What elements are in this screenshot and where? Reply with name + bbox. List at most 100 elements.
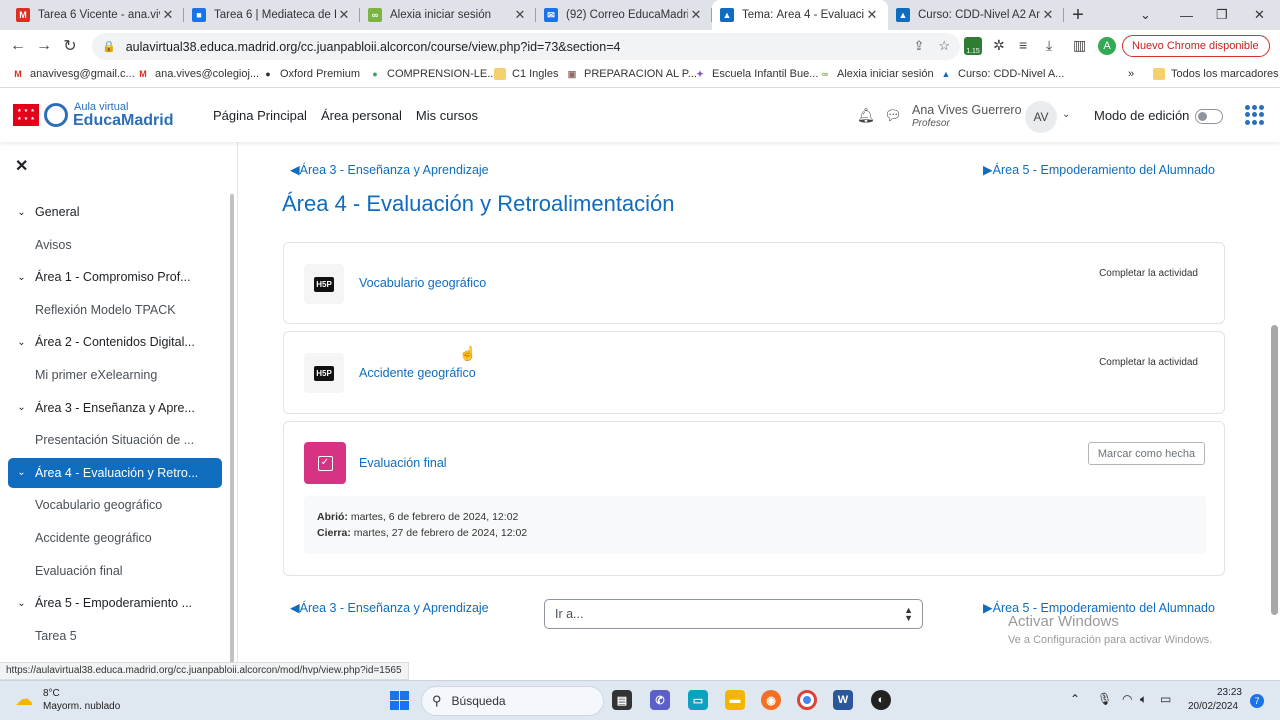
download-icon[interactable]: ⤓ bbox=[1046, 37, 1052, 54]
clock-time[interactable]: 23:23 bbox=[1216, 687, 1242, 698]
chevron-down-icon[interactable]: ⌄ bbox=[8, 337, 35, 348]
bookmark-item[interactable]: ● COMPRENSION-LE... bbox=[369, 68, 496, 80]
course-index-section[interactable]: ⌄ Área 5 - Empoderamiento ... bbox=[8, 588, 222, 618]
show-hidden-icons-icon[interactable]: ⌃ bbox=[1070, 692, 1080, 706]
course-index-section[interactable]: ⌄ Área 2 - Contenidos Digital... bbox=[8, 327, 222, 357]
chevron-down-icon[interactable]: ⌄ bbox=[1062, 109, 1070, 120]
start-button[interactable] bbox=[390, 691, 409, 710]
extension-icon[interactable]: 1.15 bbox=[964, 37, 982, 55]
address-bar[interactable]: 🔒 aulavirtual38.educa.madrid.org/cc.juan… bbox=[92, 33, 960, 60]
close-drawer-icon[interactable]: ✕ bbox=[15, 156, 28, 176]
course-index-activity[interactable]: Evaluación final bbox=[8, 556, 222, 586]
tab[interactable]: ▲ Curso: CDD-Nivel A2 Ana ✕ bbox=[888, 0, 1064, 30]
logo-title[interactable]: EducaMadrid bbox=[73, 112, 173, 130]
desktop-app-icon[interactable]: ▭ bbox=[688, 690, 708, 710]
minimize-button[interactable]: — bbox=[1180, 0, 1193, 30]
forward-icon[interactable]: → bbox=[31, 37, 57, 55]
volume-icon[interactable]: 🔈︎ bbox=[1140, 692, 1147, 707]
prev-section-link-bottom[interactable]: ◀Área 3 - Enseñanza y Aprendizaje bbox=[290, 600, 489, 615]
next-section-link[interactable]: ▶Área 5 - Empoderamiento del Alumnado bbox=[983, 162, 1215, 177]
app-icon[interactable]: ◐ bbox=[871, 690, 891, 710]
file-explorer-icon[interactable]: ▬ bbox=[725, 690, 745, 710]
word-icon[interactable]: W bbox=[833, 690, 853, 710]
nav-my-courses[interactable]: Mis cursos bbox=[416, 108, 478, 123]
url-text[interactable]: aulavirtual38.educa.madrid.org/cc.juanpa… bbox=[126, 40, 621, 54]
user-name[interactable]: Ana Vives Guerrero bbox=[912, 103, 1022, 117]
course-index-section[interactable]: ⌄ General bbox=[8, 197, 222, 227]
teams-icon[interactable]: ✆ bbox=[650, 690, 670, 710]
new-tab-button[interactable]: + bbox=[1064, 0, 1092, 30]
chevron-down-icon[interactable]: ⌄ bbox=[8, 402, 35, 413]
microphone-icon[interactable]: 🎙︎ bbox=[1097, 692, 1112, 706]
tab-active[interactable]: ▲ Tema: Área 4 - Evaluación ✕ bbox=[712, 0, 888, 30]
site-info-icon[interactable]: 🔒 bbox=[102, 40, 116, 53]
bookmark-item[interactable]: ✦ Escuela Infantil Bue... bbox=[694, 68, 818, 80]
weather-cloud-icon[interactable]: ☁ bbox=[15, 689, 33, 710]
tab[interactable]: ✉ (92) Correo EducaMadrid :✕ bbox=[536, 0, 712, 30]
battery-icon[interactable]: ▭ bbox=[1160, 692, 1171, 706]
notification-badge[interactable]: 7 bbox=[1250, 694, 1264, 708]
bookmark-star-icon[interactable]: ☆ bbox=[938, 38, 950, 54]
course-index-activity[interactable]: Vocabulario geográfico bbox=[8, 490, 222, 520]
bookmark-item[interactable]: ∞ Alexia iniciar sesión bbox=[819, 68, 934, 80]
clock-date[interactable]: 20/02/2024 bbox=[1188, 701, 1238, 712]
course-index-section[interactable]: ⌄ Área 1 - Compromiso Prof... bbox=[8, 262, 222, 292]
bookmark-item[interactable]: C1 Ingles bbox=[494, 68, 558, 80]
jump-to-select[interactable]: Ir a... ▲ ▼ bbox=[544, 599, 923, 629]
avatar[interactable]: AV bbox=[1025, 101, 1057, 133]
chrome-update-button[interactable]: Nuevo Chrome disponible bbox=[1122, 35, 1270, 57]
course-index-section[interactable]: ⌄ Área 3 - Enseñanza y Apre... bbox=[8, 393, 222, 423]
bell-icon[interactable]: 🔔︎ bbox=[857, 107, 875, 124]
chevron-down-icon[interactable]: ⌄ bbox=[8, 272, 35, 283]
all-bookmarks[interactable]: Todos los marcadores bbox=[1153, 68, 1279, 80]
bookmark-item[interactable]: ● Oxford Premium bbox=[262, 68, 360, 80]
activity-link[interactable]: Vocabulario geográfico bbox=[359, 276, 486, 290]
chevron-down-icon[interactable]: ⌄ bbox=[8, 598, 35, 609]
bookmark-item[interactable]: ▲ Curso: CDD-Nivel A... bbox=[940, 68, 1065, 80]
tab[interactable]: ∞ Alexia iniciar sesión ✕ bbox=[360, 0, 536, 30]
comunidad-madrid-logo[interactable]: ★ ★ ★ ★ ★ ★ bbox=[13, 104, 39, 126]
reload-icon[interactable]: ↻ bbox=[57, 36, 83, 56]
profile-avatar[interactable]: A bbox=[1098, 37, 1116, 55]
reading-list-icon[interactable]: ≡ bbox=[1019, 37, 1027, 53]
close-tab-icon[interactable]: ✕ bbox=[1040, 7, 1056, 23]
course-index-activity[interactable]: Mi primer eXelearning bbox=[8, 360, 222, 390]
task-view-icon[interactable]: ▤ bbox=[612, 690, 632, 710]
tab-search-icon[interactable]: ⌄ bbox=[1140, 0, 1151, 30]
mark-as-done-button[interactable]: Marcar como hecha bbox=[1088, 442, 1205, 465]
course-index-activity[interactable]: Reflexión Modelo TPACK bbox=[8, 295, 222, 325]
close-tab-icon[interactable]: ✕ bbox=[512, 7, 528, 23]
taskbar-search[interactable]: ⚲ Búsqueda bbox=[421, 686, 604, 716]
back-icon[interactable]: ← bbox=[5, 37, 31, 55]
close-window-button[interactable]: ✕ bbox=[1254, 0, 1265, 30]
course-index-activity[interactable]: Tarea 5 bbox=[8, 621, 222, 651]
nav-home[interactable]: Página Principal bbox=[213, 108, 307, 123]
tab[interactable]: ■ Tarea 6 | Mediateca de Edu✕ bbox=[184, 0, 360, 30]
tab[interactable]: M Tarea 6 Vicente - ana.vives✕ bbox=[8, 0, 184, 30]
weather-temperature[interactable]: 8°C bbox=[43, 688, 60, 699]
course-index-activity[interactable]: Avisos bbox=[8, 230, 222, 260]
chrome-icon[interactable] bbox=[797, 690, 817, 710]
edit-mode-toggle[interactable] bbox=[1195, 109, 1223, 124]
bookmarks-overflow[interactable]: » bbox=[1128, 68, 1134, 80]
wifi-icon[interactable]: ◠ bbox=[1122, 692, 1132, 706]
course-index-activity[interactable]: Presentación Situación de ... bbox=[8, 425, 222, 455]
bookmark-item[interactable]: ▣ PREPARACION AL P... bbox=[566, 68, 697, 80]
weather-description[interactable]: Mayorm. nublado bbox=[43, 701, 120, 712]
close-tab-icon[interactable]: ✕ bbox=[864, 7, 880, 23]
page-scrollbar[interactable] bbox=[1271, 325, 1278, 615]
assignment-link[interactable]: Evaluación final bbox=[359, 456, 447, 470]
firefox-icon[interactable]: ◉ bbox=[761, 690, 781, 710]
side-panel-icon[interactable]: ▥ bbox=[1073, 37, 1086, 54]
message-icon[interactable]: 💬︎ bbox=[884, 107, 902, 124]
bookmark-item[interactable]: Mana.vives@colegioj... bbox=[137, 68, 259, 80]
chevron-down-icon[interactable]: ⌄ bbox=[8, 207, 35, 218]
close-tab-icon[interactable]: ✕ bbox=[336, 7, 352, 23]
chevron-down-icon[interactable]: ⌄ bbox=[8, 467, 35, 478]
close-tab-icon[interactable]: ✕ bbox=[688, 7, 704, 23]
course-index-section[interactable]: ⌄ Área 4 - Evaluación y Retro... bbox=[8, 457, 222, 488]
educamadrid-logo-mark[interactable] bbox=[44, 103, 68, 127]
maximize-button[interactable]: ❐ bbox=[1216, 0, 1228, 30]
close-tab-icon[interactable]: ✕ bbox=[160, 7, 176, 23]
apps-grid-icon[interactable] bbox=[1245, 105, 1265, 125]
